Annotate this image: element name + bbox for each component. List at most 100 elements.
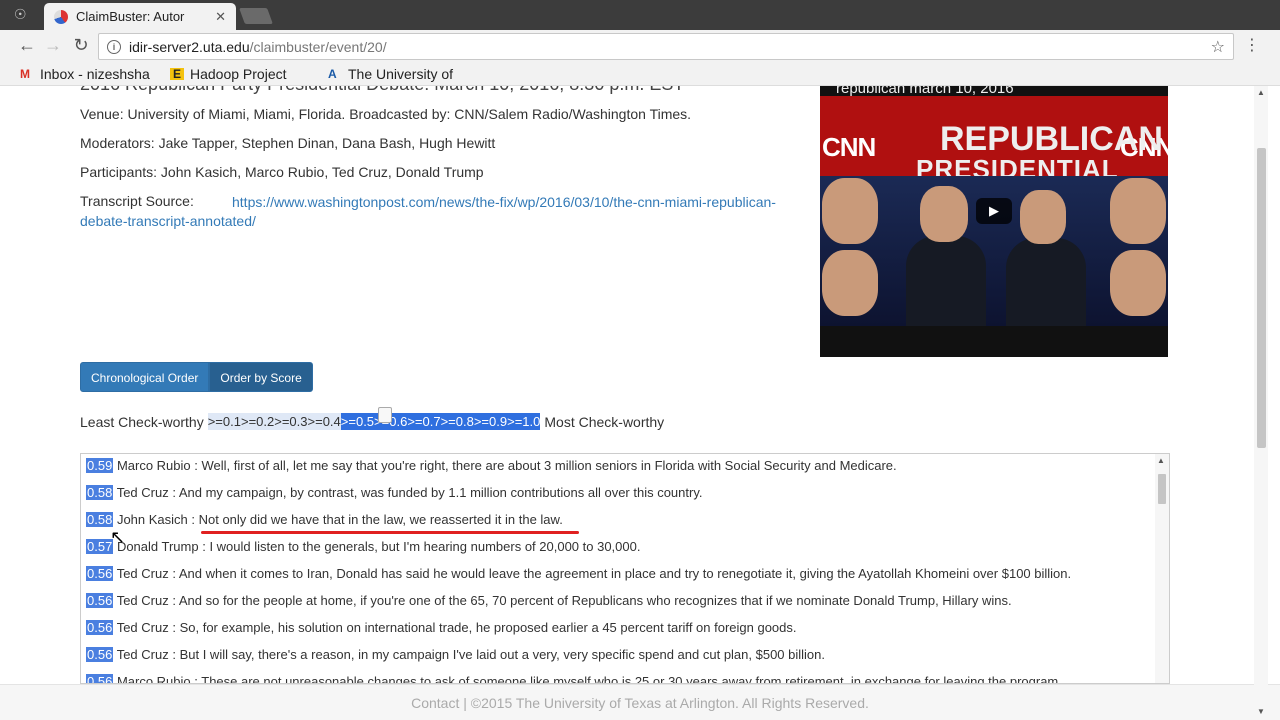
claim-speaker: Ted Cruz <box>116 485 169 500</box>
claim-separator: : <box>168 566 179 581</box>
order-by-score-button[interactable]: Order by Score <box>209 362 313 392</box>
uta-icon: A <box>328 66 337 81</box>
moderator-face <box>920 186 968 242</box>
claim-score: 0.56 <box>86 620 114 635</box>
candidate-face <box>822 250 878 316</box>
video-top-text: republican march 10, 2016 <box>836 86 1014 97</box>
claim-row[interactable]: 0.56 Ted Cruz : And when it comes to Ira… <box>86 566 1071 581</box>
claim-text: These are not unreasonable changes to as… <box>201 674 1059 684</box>
site-info-icon[interactable]: i <box>107 39 121 54</box>
claim-score: 0.56 <box>86 647 114 662</box>
claim-speaker: Marco Rubio <box>116 674 191 684</box>
claim-text: And so for the people at home, if you're… <box>178 593 1012 608</box>
moderators-text: Moderators: Jake Tapper, Stephen Dinan, … <box>80 135 496 151</box>
claim-text: So, for example, his solution on interna… <box>179 620 797 635</box>
claim-speaker: Ted Cruz <box>116 566 169 581</box>
bookmark-uta[interactable]: A The University of <box>328 66 460 82</box>
claim-score: 0.56 <box>86 593 114 608</box>
claim-row[interactable]: 0.58 Ted Cruz : And my campaign, by cont… <box>86 485 702 500</box>
page-content: 2016 Republican Party Presidential Debat… <box>0 86 1280 720</box>
claim-speaker: Ted Cruz <box>116 647 169 662</box>
claim-speaker: Ted Cruz <box>116 620 169 635</box>
scroll-up-icon[interactable]: ▲ <box>1157 456 1165 465</box>
claims-list[interactable]: ▲ 0.59 Marco Rubio : Well, first of all,… <box>80 453 1170 684</box>
checkworthy-scale[interactable]: >=0.1>=0.2>=0.3>=0.4>=0.5>=0.6>=0.7>=0.8… <box>207 407 541 430</box>
video-player[interactable]: CNN CNN REPUBLICAN PRESIDENTIAL DEBATE r… <box>820 86 1168 357</box>
claim-separator: : <box>168 593 179 608</box>
claim-row[interactable]: 0.56 Marco Rubio : These are not unreaso… <box>86 674 1059 684</box>
claim-score: 0.56 <box>86 674 114 683</box>
scale-step[interactable]: >=0.4 <box>307 413 341 430</box>
scale-step[interactable]: >=1.0 <box>507 413 541 430</box>
scale-step[interactable]: >=0.1 <box>207 413 241 430</box>
play-icon[interactable]: ▶ <box>976 198 1012 224</box>
claim-row[interactable]: 0.57 Donald Trump : I would listen to th… <box>86 539 640 554</box>
bookmark-gmail[interactable]: M Inbox - nizeshsha <box>20 66 152 82</box>
checkworthy-slider-row: Least Check-worthy >=0.1 >=0.2 >=0.3 >=0.4 >… <box>80 407 664 430</box>
page-scroll-down-icon[interactable]: ▼ <box>1257 707 1265 716</box>
close-tab-icon[interactable]: ✕ <box>215 9 226 25</box>
url-path: /claimbuster/event/20/ <box>249 38 387 55</box>
claim-separator: : <box>168 647 180 662</box>
claim-row[interactable]: 0.56 Ted Cruz : But I will say, there's … <box>86 647 825 662</box>
mouse-cursor-icon: ↖ <box>110 527 126 547</box>
browser-menu-icon[interactable]: ⋮ <box>1244 35 1260 55</box>
browser-tab[interactable]: ClaimBuster: Autor ✕ <box>44 3 236 30</box>
video-banner: CNN CNN REPUBLICAN PRESIDENTIAL DEBATE <box>820 96 1168 215</box>
claim-separator: : <box>168 485 179 500</box>
claim-text: But I will say, there's a reason, in my … <box>179 647 826 662</box>
venue-text: Venue: University of Miami, Miami, Flori… <box>80 106 692 122</box>
claim-text: Well, first of all, let me say that you'… <box>201 458 897 473</box>
address-bar[interactable]: i idir-server2.uta.edu /claimbuster/even… <box>98 33 1234 60</box>
scale-step[interactable]: >=0.3 <box>274 413 308 430</box>
bookmarks-bar: M Inbox - nizeshsha E Hadoop Project A T… <box>0 62 1280 86</box>
bookmark-star-icon[interactable]: ☆ <box>1211 37 1225 57</box>
scale-step[interactable]: >=0.2 <box>240 413 275 430</box>
claim-row[interactable]: 0.59 Marco Rubio : Well, first of all, l… <box>86 458 897 473</box>
claim-separator: : <box>187 512 199 527</box>
page-scroll-thumb[interactable] <box>1257 148 1266 448</box>
claim-text: And my campaign, by contrast, was funded… <box>178 485 703 500</box>
claim-score: 0.58 <box>86 485 114 500</box>
reload-icon[interactable]: ↻ <box>70 35 92 56</box>
moderator-figure <box>906 236 986 326</box>
transcript-link[interactable]: https://www.washingtonpost.com/news/the-… <box>80 193 810 231</box>
claim-highlight-underline <box>201 531 579 534</box>
slider-thumb[interactable] <box>377 407 392 423</box>
back-icon[interactable]: ← <box>16 35 38 56</box>
claim-row[interactable]: 0.58 John Kasich : Not only did we have … <box>86 512 563 527</box>
gmail-icon: M <box>20 66 30 81</box>
claims-scroll-thumb[interactable] <box>1158 474 1166 504</box>
forward-icon[interactable]: → <box>42 35 64 56</box>
claim-text: Not only did we have that in the law, we… <box>198 512 563 527</box>
incognito-icon: ☉ <box>14 6 27 22</box>
url-host: idir-server2.uta.edu <box>129 38 250 55</box>
scale-step[interactable]: >=0.7 <box>407 413 441 430</box>
event-heading: 2016 Republican Party Presidential Debat… <box>80 86 684 95</box>
chronological-order-button[interactable]: Chronological Order <box>80 362 210 392</box>
hadoop-icon: E <box>170 67 184 80</box>
claim-speaker: Donald Trump <box>116 539 199 554</box>
bookmark-label: The University of <box>348 65 454 82</box>
claim-row[interactable]: 0.56 Ted Cruz : So, for example, his sol… <box>86 620 797 635</box>
least-label: Least Check-worthy <box>80 413 204 430</box>
claims-scrollbar[interactable]: ▲ <box>1155 454 1169 683</box>
claim-separator: : <box>190 458 202 473</box>
scale-step[interactable]: >=0.8 <box>440 413 474 430</box>
claim-score: 0.59 <box>86 458 114 473</box>
claim-row[interactable]: 0.56 Ted Cruz : And so for the people at… <box>86 593 1012 608</box>
bookmark-hadoop[interactable]: E Hadoop Project <box>170 66 310 82</box>
bookmark-label: Inbox - nizeshsha <box>40 65 150 82</box>
participants-text: Participants: John Kasich, Marco Rubio, … <box>80 164 484 180</box>
page-scrollbar[interactable]: ▲ ▼ <box>1254 86 1268 720</box>
claim-score: 0.58 <box>86 512 114 527</box>
scale-step[interactable]: >=0.5 <box>340 413 375 430</box>
new-tab-button[interactable] <box>239 8 273 24</box>
scale-step[interactable]: >=0.9 <box>473 413 508 430</box>
tab-title: ClaimBuster: Autor <box>76 9 185 24</box>
claim-separator: : <box>168 620 180 635</box>
browser-toolbar: ← → ↻ i idir-server2.uta.edu /claimbuste… <box>0 30 1280 62</box>
claim-text: And when it comes to Iran, Donald has sa… <box>178 566 1072 581</box>
page-scroll-up-icon[interactable]: ▲ <box>1257 88 1265 97</box>
favicon-icon <box>54 9 68 24</box>
